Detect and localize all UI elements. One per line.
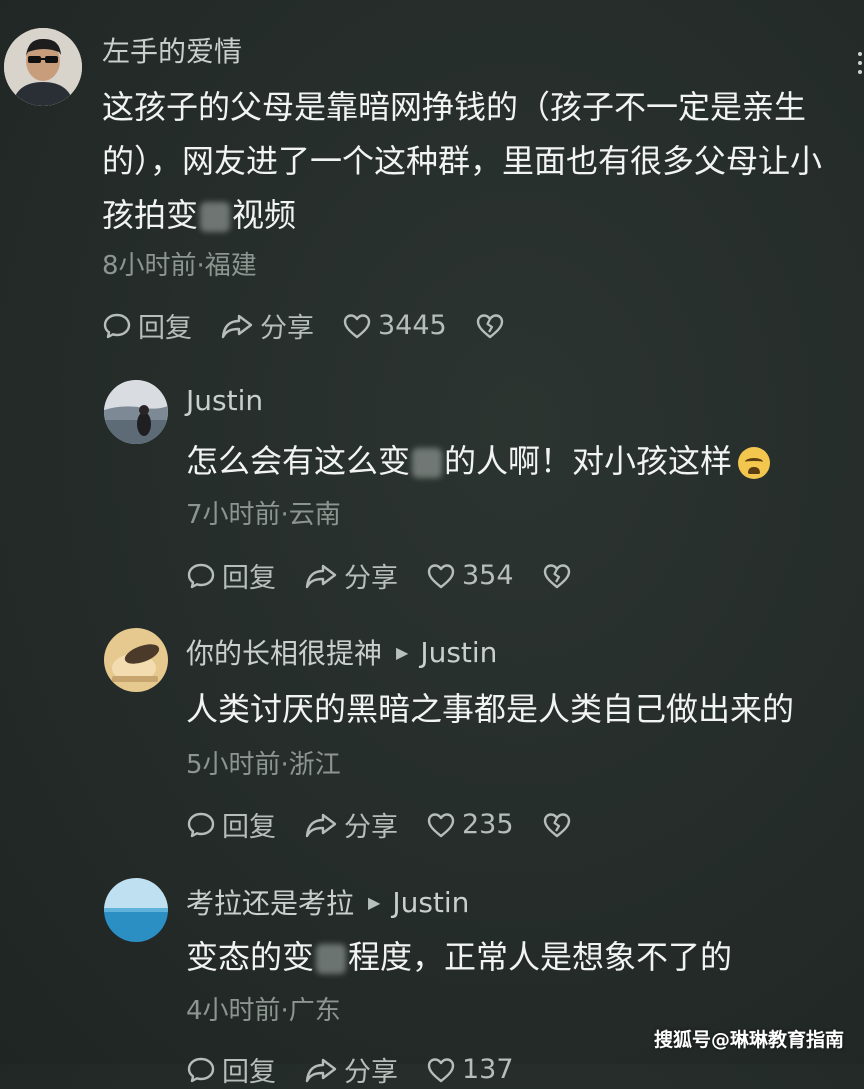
broken-heart-icon (543, 563, 570, 588)
share-label: 分享 (344, 812, 398, 843)
share-label: 分享 (344, 1057, 398, 1088)
share-button[interactable]: 分享 (220, 306, 314, 345)
text-fragment: 视频 (232, 196, 297, 234)
reply-to-arrow-icon: ▶ (396, 642, 409, 662)
comment-actions: 回复 分享 235 (186, 805, 606, 844)
username-label[interactable]: 左手的爱情 (102, 30, 242, 70)
comment-actions: 回复 分享 137 (186, 1050, 542, 1089)
censor-blur (412, 448, 443, 478)
reply-to-username[interactable]: Justin (420, 636, 497, 669)
like-button[interactable]: 354 (426, 560, 514, 591)
reply-to-username[interactable]: Justin (392, 886, 469, 919)
comment-meta: 4小时前·广东 (186, 996, 341, 1026)
comment-username[interactable]: Justin (186, 384, 263, 417)
avatar-image (104, 380, 168, 444)
reply-label: 回复 (222, 1057, 276, 1088)
text-fragment: 变态的变 (186, 938, 315, 976)
share-button[interactable]: 分享 (304, 805, 398, 844)
comment-meta: 5小时前·浙江 (186, 750, 341, 780)
avatar-image (104, 878, 168, 942)
like-button[interactable]: 137 (426, 1054, 514, 1085)
avatar[interactable] (104, 878, 168, 942)
share-arrow-icon (305, 1058, 337, 1082)
avatar-image (104, 628, 168, 692)
censor-blur (316, 944, 347, 974)
avatar[interactable] (104, 380, 168, 444)
comment-actions: 回复 分享 354 (186, 556, 606, 595)
like-count: 354 (462, 560, 514, 591)
avatar[interactable] (4, 28, 82, 106)
share-arrow-icon (305, 813, 337, 837)
avatar-image (4, 28, 82, 106)
like-button[interactable]: 235 (426, 809, 514, 840)
text-fragment: 的人啊！对小孩这样 (444, 442, 733, 480)
like-button[interactable]: 3445 (342, 310, 447, 341)
comment-text: 变态的变 程度，正常人是想象不了的 (186, 930, 732, 984)
comment-bubble-icon (103, 313, 131, 338)
username-label[interactable]: Justin (186, 384, 263, 417)
reply-label: 回复 (222, 563, 276, 594)
share-button[interactable]: 分享 (304, 1050, 398, 1089)
like-count: 3445 (378, 310, 447, 341)
reply-to-arrow-icon: ▶ (368, 892, 381, 912)
comment-text-line: 这孩子的父母是靠暗网挣钱的（孩子不一定是亲生 (102, 88, 807, 126)
dislike-button[interactable] (542, 561, 578, 591)
avatar[interactable] (104, 628, 168, 692)
broken-heart-icon (476, 313, 503, 338)
reply-label: 回复 (138, 313, 192, 344)
dislike-button[interactable] (542, 810, 578, 840)
heart-icon (427, 1057, 455, 1082)
reply-button[interactable]: 回复 (186, 556, 276, 595)
comment-username[interactable]: 考拉还是考拉 ▶ Justin (186, 882, 469, 922)
username-label[interactable]: 考拉还是考拉 (186, 882, 354, 922)
username-label[interactable]: 你的长相很提神 (186, 632, 382, 672)
share-label: 分享 (344, 563, 398, 594)
share-label: 分享 (260, 313, 314, 344)
comment-bubble-icon (187, 812, 215, 837)
like-count: 235 (462, 809, 514, 840)
comment-actions: 回复 分享 3445 (102, 306, 539, 345)
text-fragment: 孩拍变 (102, 196, 199, 234)
watermark: 搜狐号@琳琳教育指南 (653, 1029, 844, 1051)
text-fragment: 程度，正常人是想象不了的 (348, 938, 733, 976)
comment-username[interactable]: 你的长相很提神 ▶ Justin (186, 632, 497, 672)
share-arrow-icon (305, 564, 337, 588)
comment-meta: 7小时前·云南 (186, 500, 341, 530)
comment-username[interactable]: 左手的爱情 (102, 30, 242, 70)
reply-button[interactable]: 回复 (186, 1050, 276, 1089)
reply-button[interactable]: 回复 (102, 306, 192, 345)
more-options-icon[interactable] (856, 52, 864, 74)
comment-meta: 8小时前·福建 (102, 251, 257, 281)
comment-text: 怎么会有这么变 的人啊！对小孩这样 (186, 434, 771, 488)
censor-blur (200, 202, 231, 232)
crying-emoji-icon (738, 447, 771, 479)
text-fragment: 怎么会有这么变 (186, 442, 411, 480)
heart-icon (343, 313, 371, 338)
heart-icon (427, 812, 455, 837)
comment-text: 这孩子的父母是靠暗网挣钱的（孩子不一定是亲生 的），网友进了一个这种群，里面也有… (102, 80, 822, 242)
comment-text-line: 孩拍变 视频 (102, 188, 822, 242)
dislike-button[interactable] (475, 311, 511, 341)
reply-button[interactable]: 回复 (186, 805, 276, 844)
comment-bubble-icon (187, 1057, 215, 1082)
broken-heart-icon (543, 812, 570, 837)
reply-label: 回复 (222, 812, 276, 843)
heart-icon (427, 563, 455, 588)
share-button[interactable]: 分享 (304, 556, 398, 595)
comment-text: 人类讨厌的黑暗之事都是人类自己做出来的 (186, 690, 795, 728)
like-count: 137 (462, 1054, 514, 1085)
share-arrow-icon (221, 314, 253, 338)
comment-bubble-icon (187, 563, 215, 588)
comment-text-line: 的），网友进了一个这种群，里面也有很多父母让小 (102, 142, 823, 180)
